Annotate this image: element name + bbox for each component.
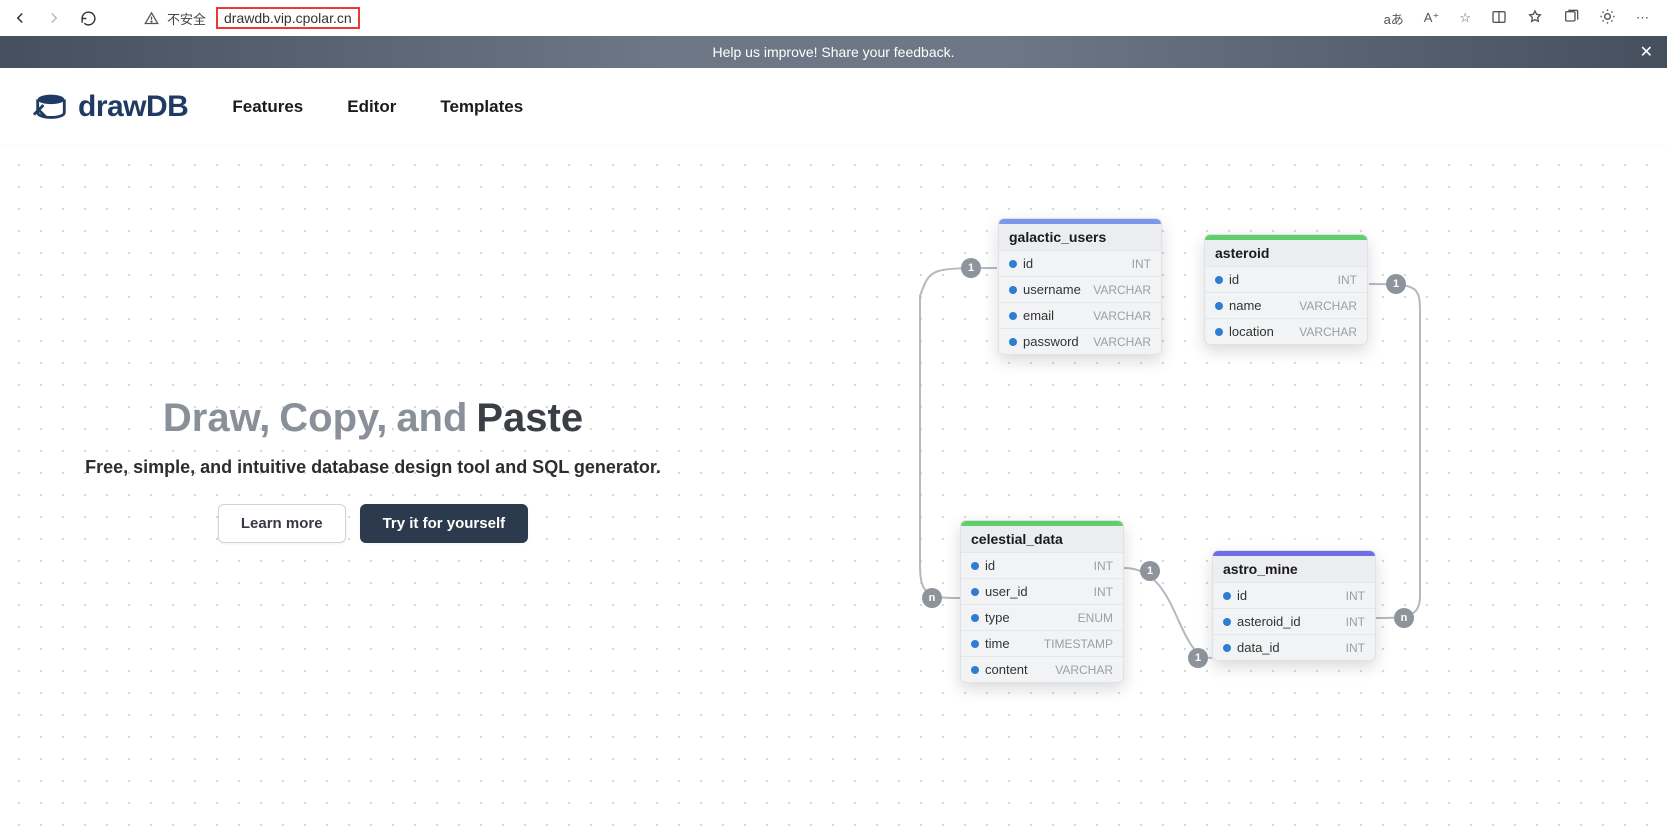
site-header: drawDB Features Editor Templates: [0, 68, 1667, 146]
favorites-icon[interactable]: [1527, 9, 1543, 28]
svg-text:n: n: [929, 592, 936, 604]
nav-editor[interactable]: Editor: [347, 97, 396, 117]
table-row[interactable]: emailVARCHAR: [999, 302, 1161, 328]
close-icon[interactable]: ✕: [1640, 42, 1653, 62]
nav-templates[interactable]: Templates: [440, 97, 523, 117]
table-row[interactable]: idINT: [961, 552, 1123, 578]
diagram-canvas[interactable]: Draw, Copy, and Paste Free, simple, and …: [0, 146, 1667, 835]
table-title: galactic_users: [999, 224, 1161, 250]
try-it-button[interactable]: Try it for yourself: [360, 504, 529, 543]
table-row[interactable]: user_idINT: [961, 578, 1123, 604]
insecure-label: 不安全: [167, 9, 206, 28]
table-title: asteroid: [1205, 240, 1367, 266]
table-celestial-data[interactable]: celestial_data idINT user_idINT typeENUM…: [960, 520, 1124, 683]
nav-features[interactable]: Features: [232, 97, 303, 117]
star-icon[interactable]: ☆: [1459, 10, 1471, 26]
logo[interactable]: drawDB: [32, 88, 188, 126]
table-row[interactable]: idINT: [999, 250, 1161, 276]
table-asteroid[interactable]: asteroid idINT nameVARCHAR locationVARCH…: [1204, 234, 1368, 345]
table-row[interactable]: data_idINT: [1213, 634, 1375, 660]
back-button[interactable]: [10, 8, 30, 28]
table-astro-mine[interactable]: astro_mine idINT asteroid_idINT data_idI…: [1212, 550, 1376, 661]
svg-text:1: 1: [1195, 652, 1201, 664]
url-text[interactable]: drawdb.vip.cpolar.cn: [216, 7, 360, 29]
table-row[interactable]: nameVARCHAR: [1205, 292, 1367, 318]
hero-title: Draw, Copy, and Paste: [78, 396, 668, 441]
split-icon[interactable]: [1491, 9, 1507, 28]
table-galactic-users[interactable]: galactic_users idINT usernameVARCHAR ema…: [998, 218, 1162, 355]
learn-more-button[interactable]: Learn more: [218, 504, 346, 543]
collections-icon[interactable]: [1563, 9, 1579, 28]
toolbar-right: aあ A⁺ ☆ ⋯: [1384, 8, 1657, 28]
table-row[interactable]: typeENUM: [961, 604, 1123, 630]
banner-text: Help us improve! Share your feedback.: [712, 44, 954, 60]
translate-icon[interactable]: aあ: [1384, 9, 1404, 28]
svg-text:1: 1: [1393, 278, 1399, 290]
svg-text:1: 1: [968, 262, 974, 274]
table-row[interactable]: asteroid_idINT: [1213, 608, 1375, 634]
svg-text:n: n: [1401, 612, 1408, 624]
table-row[interactable]: usernameVARCHAR: [999, 276, 1161, 302]
performance-icon[interactable]: [1599, 8, 1616, 28]
svg-text:1: 1: [1147, 565, 1153, 577]
browser-toolbar: 不安全 drawdb.vip.cpolar.cn aあ A⁺ ☆ ⋯: [0, 0, 1667, 36]
insecure-icon: [144, 11, 159, 26]
forward-button[interactable]: [44, 8, 64, 28]
refresh-button[interactable]: [78, 8, 98, 28]
feedback-banner[interactable]: Help us improve! Share your feedback. ✕: [0, 36, 1667, 68]
hero: Draw, Copy, and Paste Free, simple, and …: [78, 396, 668, 543]
table-title: astro_mine: [1213, 556, 1375, 582]
table-row[interactable]: idINT: [1205, 266, 1367, 292]
table-row[interactable]: passwordVARCHAR: [999, 328, 1161, 354]
read-aloud-icon[interactable]: A⁺: [1424, 10, 1440, 26]
hero-subtitle: Free, simple, and intuitive database des…: [78, 457, 668, 478]
more-icon[interactable]: ⋯: [1636, 10, 1649, 26]
table-row[interactable]: contentVARCHAR: [961, 656, 1123, 682]
table-row[interactable]: timeTIMESTAMP: [961, 630, 1123, 656]
table-row[interactable]: idINT: [1213, 582, 1375, 608]
table-title: celestial_data: [961, 526, 1123, 552]
table-row[interactable]: locationVARCHAR: [1205, 318, 1367, 344]
address-bar[interactable]: 不安全 drawdb.vip.cpolar.cn: [112, 7, 1370, 29]
logo-text: drawDB: [78, 90, 188, 124]
